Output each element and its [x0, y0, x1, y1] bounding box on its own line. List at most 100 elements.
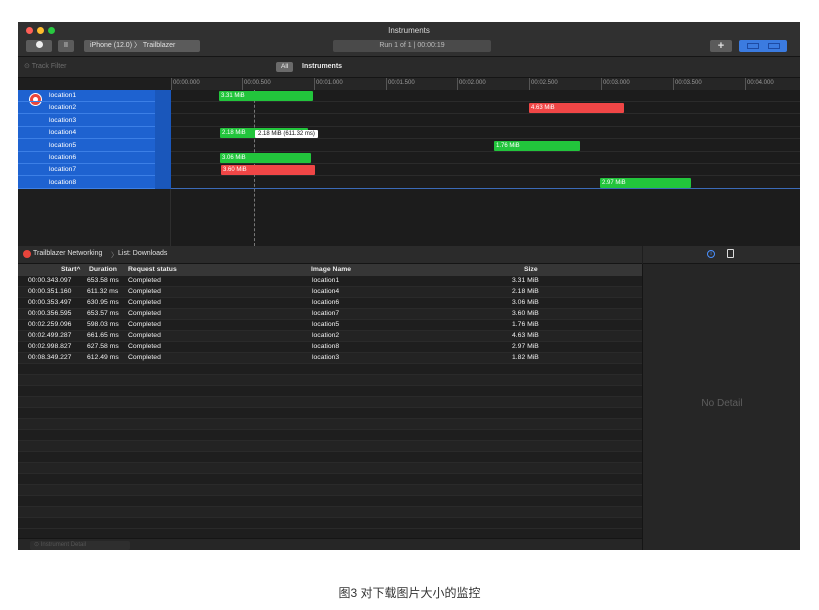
track-label: location6	[49, 154, 77, 161]
record-icon	[35, 40, 43, 48]
timeline-row	[171, 140, 800, 152]
cell-duration: 653.57 ms	[87, 310, 119, 317]
track-label: location1	[49, 92, 77, 99]
column-start[interactable]: Start^	[61, 266, 80, 273]
record-button[interactable]	[26, 40, 52, 52]
cell-status: Completed	[128, 343, 161, 350]
sidebar-item-location7[interactable]: location7	[18, 164, 155, 176]
sidebar-item-location5[interactable]: location5	[18, 140, 155, 152]
toggle-bottom-panel-button[interactable]	[747, 43, 759, 49]
table-row[interactable]: 00:00.351.160 611.32 ms Completed locati…	[18, 287, 642, 298]
table-row[interactable]: 00:00.356.595 653.57 ms Completed locati…	[18, 309, 642, 320]
ruler-tick-label: 00:00.000	[173, 80, 200, 86]
table-row-empty	[18, 386, 642, 397]
table-row-empty	[18, 474, 642, 485]
track-label: location7	[49, 166, 77, 173]
table-row[interactable]: 00:02.499.287 661.65 ms Completed locati…	[18, 331, 642, 342]
timeline-row	[171, 102, 800, 114]
track-filter-input[interactable]: ⊙ Track Filter	[24, 61, 164, 73]
no-detail-label: No Detail	[701, 398, 743, 409]
track-sidebar[interactable]: location1 location2 location3 location4 …	[18, 90, 305, 189]
target-label: iPhone (12.0) 〉 Trailblazer	[90, 42, 176, 49]
inspector-header: i	[643, 246, 800, 264]
info-icon[interactable]: i	[707, 250, 715, 258]
instrument-detail-field[interactable]: ⊙ Instrument Detail	[30, 541, 130, 550]
timeline-track-area[interactable]: 3.31 MiB 4.63 MiB 2.18 MiB 2.18 MiB (611…	[171, 90, 800, 246]
download-bar-location7[interactable]: 3.60 MiB	[221, 165, 315, 175]
duration-tooltip: 2.18 MiB (611.32 ms)	[255, 130, 318, 138]
column-size[interactable]: Size	[524, 266, 538, 273]
sidebar-item-location4[interactable]: location4	[18, 127, 155, 139]
table-row[interactable]: 00:02.998.827 627.58 ms Completed locati…	[18, 342, 642, 353]
sidebar-item-location3[interactable]: location3	[18, 115, 155, 127]
detail-filter-icon: ⊙	[34, 542, 41, 548]
column-duration[interactable]: Duration	[89, 266, 117, 273]
cell-image-name: location7	[312, 310, 340, 317]
cell-image-name: location3	[312, 354, 340, 361]
download-bar-location2[interactable]: 4.63 MiB	[529, 103, 624, 113]
column-image-name[interactable]: Image Name	[311, 266, 351, 273]
cell-start: 00:00.356.595	[28, 310, 72, 317]
figure-caption: 图3 对下载图片大小的监控	[338, 586, 481, 600]
table-row[interactable]: 00:00.353.497 630.95 ms Completed locati…	[18, 298, 642, 309]
add-instrument-button[interactable]: +	[710, 40, 732, 52]
cell-status: Completed	[128, 299, 161, 306]
track-label: location5	[49, 142, 77, 149]
cell-duration: 630.95 ms	[87, 299, 119, 306]
sidebar-item-location2[interactable]: location2	[18, 102, 155, 114]
cell-start: 00:02.259.096	[28, 321, 72, 328]
instrument-record-icon	[23, 250, 31, 258]
ruler-tick-label: 00:03.000	[603, 80, 630, 86]
cell-status: Completed	[128, 332, 161, 339]
table-row-empty	[18, 430, 642, 441]
ruler-tick	[457, 78, 458, 90]
cell-image-name: location4	[312, 288, 340, 295]
column-request-status[interactable]: Request status	[128, 266, 177, 273]
table-row[interactable]: 00:00.343.097 653.58 ms Completed locati…	[18, 276, 642, 287]
filter-bar: ⊙ Track Filter All Instruments	[18, 57, 800, 78]
download-bar-location1[interactable]: 3.31 MiB	[219, 91, 313, 101]
sidebar-empty-area	[18, 189, 171, 246]
timeline-divider	[171, 188, 800, 189]
download-bar-location8[interactable]: 2.97 MiB	[600, 178, 691, 188]
ruler-tick-label: 00:00.500	[244, 80, 271, 86]
cell-size: 1.76 MiB	[512, 321, 539, 328]
table-row-empty	[18, 375, 642, 386]
cell-image-name: location2	[312, 332, 340, 339]
table-row-empty	[18, 441, 642, 452]
cell-size: 1.82 MiB	[512, 354, 539, 361]
toggle-right-panel-button[interactable]	[768, 43, 780, 49]
download-bar-location5[interactable]: 1.76 MiB	[494, 141, 580, 151]
track-label: location2	[49, 104, 77, 111]
breadcrumb-instrument[interactable]: Trailblazer Networking	[33, 250, 102, 257]
sidebar-item-location6[interactable]: location6	[18, 152, 155, 164]
cell-status: Completed	[128, 288, 161, 295]
sidebar-item-location8[interactable]: location8	[18, 177, 155, 189]
table-row[interactable]: 00:08.349.227 612.49 ms Completed locati…	[18, 353, 642, 364]
table-row-empty	[18, 496, 642, 507]
download-bar-location6[interactable]: 3.06 MiB	[220, 153, 311, 163]
cell-size: 3.31 MiB	[512, 277, 539, 284]
target-device-selector[interactable]: iPhone (12.0) 〉 Trailblazer	[84, 40, 200, 52]
table-row[interactable]: 00:02.259.096 598.03 ms Completed locati…	[18, 320, 642, 331]
cell-size: 3.60 MiB	[512, 310, 539, 317]
detail-breadcrumb: Trailblazer Networking 〉 List: Downloads	[18, 246, 642, 264]
track-filter-placeholder: Track Filter	[31, 63, 67, 70]
ruler-tick-label: 00:01.500	[388, 80, 415, 86]
pause-button[interactable]: II	[58, 40, 74, 52]
cell-image-name: location6	[312, 299, 340, 306]
breadcrumb-list[interactable]: List: Downloads	[118, 250, 167, 257]
ruler-tick-label: 00:04.000	[747, 80, 774, 86]
cell-image-name: location5	[312, 321, 340, 328]
ruler-tick	[529, 78, 530, 90]
cell-start: 00:08.349.227	[28, 354, 72, 361]
document-icon[interactable]	[727, 249, 734, 258]
breadcrumb-separator: 〉	[111, 252, 118, 259]
ruler-tick-label: 00:03.500	[675, 80, 702, 86]
ruler-tick	[242, 78, 243, 90]
table-row-empty	[18, 485, 642, 496]
all-filter-button[interactable]: All	[276, 62, 294, 72]
cell-status: Completed	[128, 277, 161, 284]
sidebar-item-location1[interactable]: location1	[18, 90, 155, 102]
track-label: location4	[49, 129, 77, 136]
